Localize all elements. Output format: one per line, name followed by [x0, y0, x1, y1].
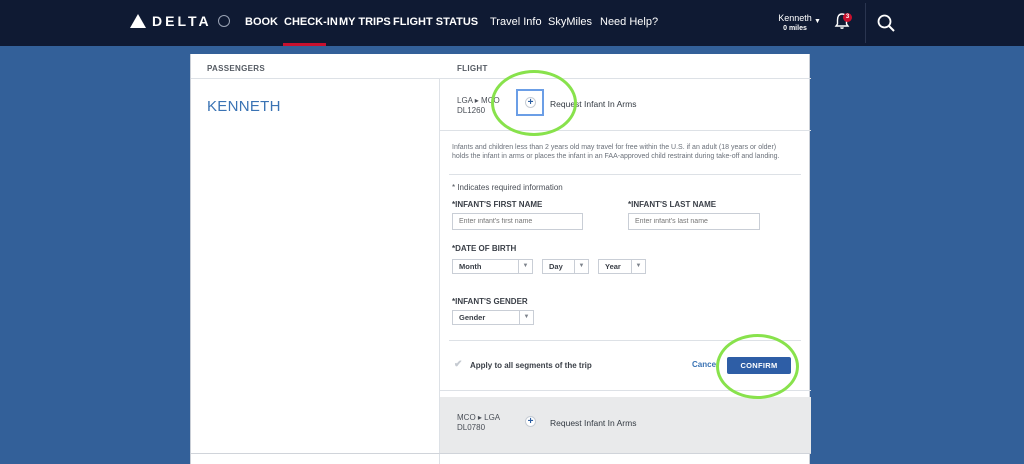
- user-menu[interactable]: Kenneth 0 miles: [772, 13, 818, 32]
- search-icon: [877, 14, 895, 32]
- passenger-name: KENNETH: [207, 98, 281, 115]
- dob-month-value: Month: [459, 262, 482, 271]
- chevron-down-icon: ▼: [631, 260, 645, 273]
- segment-1-flight: DL1260: [457, 106, 486, 115]
- flight-column-header: FLIGHT: [457, 64, 488, 73]
- segment-2-route: MCO ▸ LGA: [457, 413, 501, 422]
- apply-all-segments-option[interactable]: ✔ Apply to all segments of the trip: [454, 360, 592, 370]
- header-divider: [191, 78, 811, 79]
- segment-2-code: MCO ▸ LGA DL0780: [457, 413, 500, 433]
- active-nav-underline: [283, 43, 326, 46]
- nav-flight-status[interactable]: FLIGHT STATUS: [393, 16, 478, 28]
- delta-logo[interactable]: DELTA: [130, 12, 230, 30]
- nav-my-trips[interactable]: MY TRIPS: [339, 16, 391, 28]
- checkmark-icon[interactable]: ✔: [454, 360, 464, 370]
- user-caret-icon[interactable]: ▼: [814, 18, 821, 25]
- dob-day-value: Day: [549, 262, 563, 271]
- segment-1-divider: [440, 130, 811, 131]
- chevron-down-icon: ▼: [574, 260, 588, 273]
- notification-count-badge: 3: [843, 13, 852, 22]
- dob-month-select[interactable]: Month ▼: [452, 259, 533, 274]
- nav-skymiles[interactable]: SkyMiles: [548, 16, 592, 28]
- infant-last-name-input[interactable]: [628, 213, 760, 230]
- gender-value: Gender: [459, 313, 486, 322]
- check-in-panel: PASSENGERS FLIGHT KENNETH LGA ▸ MCO DL12…: [190, 54, 811, 464]
- user-name: Kenneth: [778, 13, 812, 23]
- cancel-link[interactable]: Cance: [692, 360, 716, 369]
- nav-check-in[interactable]: CHECK-IN: [284, 16, 338, 28]
- skyteam-seal-icon: [217, 15, 230, 27]
- first-name-label: *INFANT'S FIRST NAME: [452, 200, 543, 209]
- passengers-column-header: PASSENGERS: [207, 64, 265, 73]
- logo-text: DELTA: [152, 13, 212, 29]
- highlight-ring-confirm: [716, 334, 799, 399]
- chevron-down-icon: ▼: [519, 311, 533, 324]
- infant-gender-label: *INFANT'S GENDER: [452, 297, 528, 306]
- highlight-ring-add-infant: [491, 70, 577, 136]
- panel-bottom-divider: [191, 453, 811, 454]
- notice-divider: [449, 174, 801, 175]
- top-nav-bar: DELTA BOOK CHECK-IN MY TRIPS FLIGHT STAT…: [0, 0, 1024, 46]
- apply-all-segments-label: Apply to all segments of the trip: [470, 360, 592, 370]
- search-button[interactable]: [865, 3, 905, 43]
- add-infant-plus-icon-2[interactable]: +: [525, 416, 536, 427]
- infant-gender-select[interactable]: Gender ▼: [452, 310, 534, 325]
- chevron-down-icon: ▼: [518, 260, 532, 273]
- request-infant-link-2[interactable]: Request Infant In Arms: [550, 418, 636, 428]
- last-name-label: *INFANT'S LAST NAME: [628, 200, 717, 209]
- nav-book[interactable]: BOOK: [245, 16, 278, 28]
- dob-year-select[interactable]: Year ▼: [598, 259, 646, 274]
- nav-need-help[interactable]: Need Help?: [600, 16, 658, 28]
- infant-first-name-input[interactable]: [452, 213, 583, 230]
- nav-travel-info[interactable]: Travel Info: [490, 16, 542, 28]
- infant-notice-text: Infants and children less than 2 years o…: [452, 144, 780, 160]
- dob-year-value: Year: [605, 262, 621, 271]
- date-of-birth-label: *DATE OF BIRTH: [452, 244, 517, 253]
- user-miles: 0 miles: [783, 25, 807, 32]
- segment-2-flight: DL0780: [457, 423, 486, 432]
- required-info-note: * Indicates required information: [452, 183, 563, 192]
- dob-day-select[interactable]: Day ▼: [542, 259, 589, 274]
- delta-widget-icon: [130, 14, 146, 28]
